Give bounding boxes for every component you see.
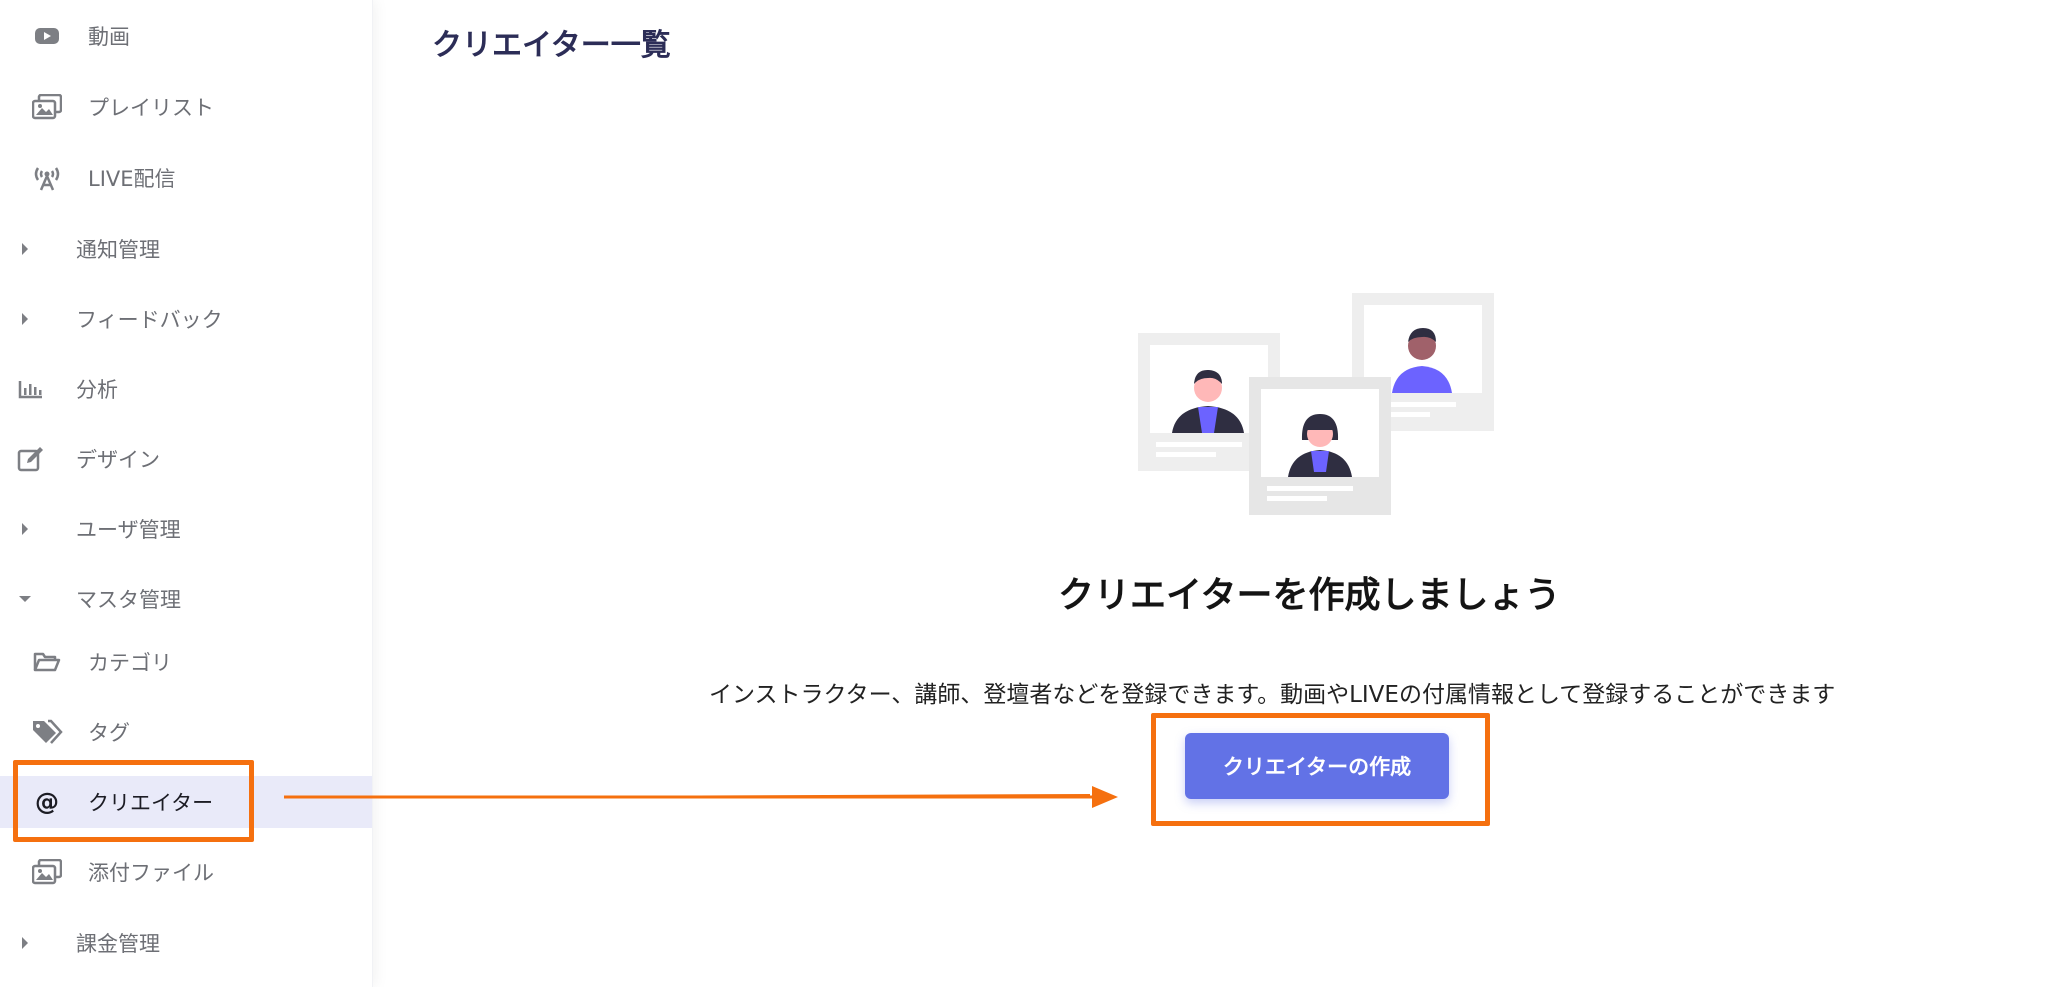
annotation-highlight-sidebar [13, 760, 254, 842]
sidebar-group-feedback[interactable]: フィードバック [0, 293, 372, 345]
sidebar-item-playlists[interactable]: プレイリスト [0, 81, 372, 133]
broadcast-icon [30, 161, 64, 195]
images-icon [30, 90, 64, 124]
sidebar-item-analytics[interactable]: 分析 [0, 363, 372, 415]
sidebar-item-tags[interactable]: タグ [0, 706, 372, 758]
sidebar-item-label: マスタ管理 [76, 588, 181, 612]
images-icon [30, 855, 64, 889]
sidebar-group-notifications[interactable]: 通知管理 [0, 223, 372, 275]
sidebar-item-label: タグ [88, 721, 130, 745]
app: 動画 プレイリスト LIVE配信 通知管理 フィードバック 分析 デザイン ユー… [0, 0, 2048, 987]
empty-state-title: クリエイターを作成しましょう [1058, 575, 1561, 616]
annotation-highlight-button [1151, 713, 1490, 826]
creators-illustration [1138, 293, 1494, 515]
sidebar-group-master[interactable]: マスタ管理 [0, 573, 372, 625]
sidebar-item-label: プレイリスト [88, 96, 214, 120]
youtube-icon [30, 19, 64, 53]
sidebar-item-label: 動画 [88, 25, 130, 49]
sidebar-item-label: 通知管理 [76, 238, 160, 262]
caret-right-icon [16, 934, 34, 952]
edit-icon [14, 442, 48, 476]
sidebar-item-label: 課金管理 [76, 932, 160, 956]
bar-chart-icon [14, 372, 48, 406]
sidebar-item-label: デザイン [76, 448, 160, 472]
caret-down-icon [16, 590, 34, 608]
sidebar-group-billing[interactable]: 課金管理 [0, 917, 372, 969]
sidebar-item-label: フィードバック [76, 308, 223, 332]
sidebar-item-attachments[interactable]: 添付ファイル [0, 846, 372, 898]
caret-right-icon [16, 520, 34, 538]
caret-right-icon [16, 310, 34, 328]
sidebar-item-label: ユーザ管理 [76, 518, 181, 542]
caret-right-icon [16, 240, 34, 258]
sidebar-item-categories[interactable]: カテゴリ [0, 636, 372, 688]
folder-open-icon [30, 645, 64, 679]
sidebar-item-label: カテゴリ [88, 651, 172, 675]
sidebar-item-label: LIVE配信 [88, 167, 176, 191]
sidebar-item-design[interactable]: デザイン [0, 433, 372, 485]
sidebar-item-videos[interactable]: 動画 [0, 10, 372, 62]
sidebar-group-users[interactable]: ユーザ管理 [0, 503, 372, 555]
page-title: クリエイター一覧 [432, 28, 671, 63]
tags-icon [30, 715, 64, 749]
sidebar-item-label: 分析 [76, 378, 118, 402]
sidebar-item-label: 添付ファイル [88, 861, 214, 885]
sidebar-item-live[interactable]: LIVE配信 [0, 152, 372, 204]
empty-state-description: インストラクター、講師、登壇者などを登録できます。動画やLIVEの付属情報として… [709, 682, 1836, 708]
